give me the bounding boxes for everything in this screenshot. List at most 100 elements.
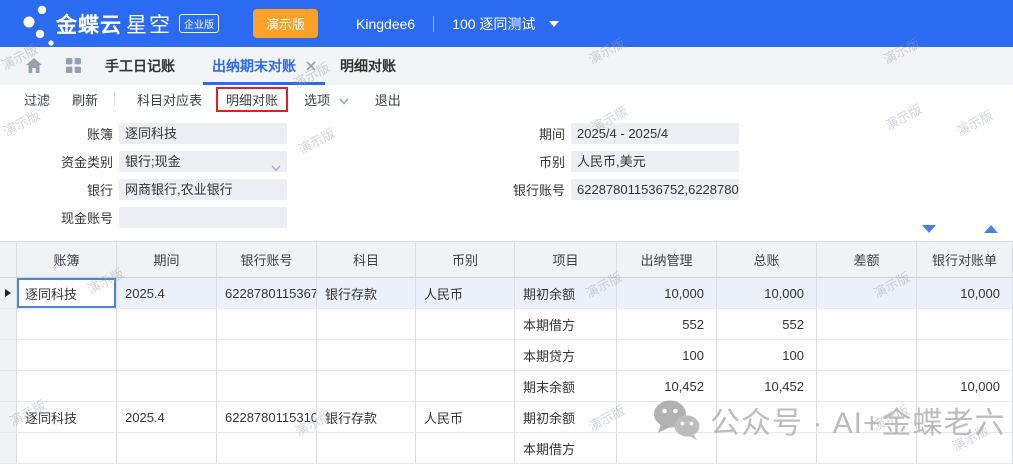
table-cell[interactable] bbox=[917, 402, 1013, 433]
table-cell[interactable] bbox=[317, 309, 416, 340]
table-cell[interactable] bbox=[317, 340, 416, 371]
table-cell[interactable]: 552 bbox=[617, 309, 717, 340]
column-header[interactable]: 币别 bbox=[416, 242, 515, 278]
table-cell[interactable] bbox=[917, 340, 1013, 371]
table-cell[interactable] bbox=[17, 433, 117, 464]
table-cell[interactable]: 本期借方 bbox=[515, 433, 617, 464]
table-cell[interactable] bbox=[817, 371, 917, 402]
table-cell[interactable] bbox=[217, 371, 317, 402]
username[interactable]: Kingdee6 bbox=[356, 16, 415, 32]
column-header[interactable]: 出纳管理 bbox=[617, 242, 717, 278]
table-cell[interactable] bbox=[817, 402, 917, 433]
column-header[interactable]: 期间 bbox=[117, 242, 217, 278]
row-indicator[interactable] bbox=[0, 278, 17, 309]
table-cell[interactable]: 人民币 bbox=[416, 402, 515, 433]
table-cell[interactable] bbox=[117, 371, 217, 402]
table-cell[interactable]: 银行存款 bbox=[317, 278, 416, 309]
table-cell[interactable]: 622878011536752 bbox=[217, 278, 317, 309]
row-indicator[interactable] bbox=[0, 309, 17, 340]
table-cell[interactable] bbox=[217, 340, 317, 371]
column-header[interactable]: 项目 bbox=[515, 242, 617, 278]
table-cell[interactable] bbox=[917, 309, 1013, 340]
refresh-button[interactable]: 刷新 bbox=[66, 87, 104, 112]
column-header[interactable]: 差额 bbox=[817, 242, 917, 278]
table-cell[interactable]: 期初余额 bbox=[515, 278, 617, 309]
apps-grid-icon[interactable] bbox=[66, 58, 81, 73]
fund-type-field[interactable]: 银行;现金 bbox=[119, 151, 287, 172]
book-field[interactable]: 逐同科技 bbox=[119, 123, 287, 144]
table-cell[interactable]: 100 bbox=[717, 340, 817, 371]
options-button[interactable]: 选项 bbox=[298, 87, 355, 112]
table-cell[interactable] bbox=[117, 433, 217, 464]
table-cell[interactable]: 10,452 bbox=[617, 371, 717, 402]
triangle-up-icon[interactable] bbox=[984, 225, 998, 233]
currency-field[interactable]: 人民币,美元 bbox=[571, 151, 739, 172]
tab-cashier-period-end-recon[interactable]: 出纳期末对账 bbox=[212, 47, 316, 85]
column-header[interactable]: 银行账号 bbox=[217, 242, 317, 278]
column-header[interactable]: 银行对账单 bbox=[917, 242, 1013, 278]
row-indicator[interactable] bbox=[0, 340, 17, 371]
organization-selector[interactable]: 100 逐同测试 bbox=[452, 14, 535, 34]
filter-button[interactable]: 过滤 bbox=[18, 87, 56, 112]
table-cell[interactable]: 10,000 bbox=[617, 278, 717, 309]
chevron-down-icon[interactable] bbox=[271, 157, 281, 172]
table-cell[interactable] bbox=[17, 371, 117, 402]
table-cell[interactable] bbox=[717, 433, 817, 464]
tab-detail-recon[interactable]: 明细对账 bbox=[340, 47, 396, 85]
table-cell[interactable] bbox=[817, 278, 917, 309]
table-cell[interactable] bbox=[817, 340, 917, 371]
table-cell[interactable]: 10,000 bbox=[917, 371, 1013, 402]
table-cell[interactable] bbox=[117, 309, 217, 340]
table-cell[interactable]: 10,000 bbox=[717, 278, 817, 309]
bank-account-field[interactable]: 622878011536752,62287801 bbox=[571, 179, 739, 200]
table-cell[interactable] bbox=[217, 309, 317, 340]
table-cell[interactable]: 逐同科技 bbox=[17, 402, 117, 433]
table-cell[interactable] bbox=[416, 340, 515, 371]
table-cell[interactable]: 期初余额 bbox=[515, 402, 617, 433]
table-cell[interactable]: 62287801153100 bbox=[217, 402, 317, 433]
column-header[interactable]: 科目 bbox=[317, 242, 416, 278]
row-indicator[interactable] bbox=[0, 433, 17, 464]
table-cell[interactable] bbox=[717, 402, 817, 433]
table-cell[interactable] bbox=[817, 433, 917, 464]
table-cell[interactable]: 2025.4 bbox=[117, 278, 217, 309]
table-cell[interactable]: 10,452 bbox=[717, 371, 817, 402]
home-icon[interactable] bbox=[26, 58, 42, 73]
table-cell[interactable] bbox=[416, 309, 515, 340]
cash-account-field[interactable] bbox=[119, 207, 287, 228]
table-cell[interactable]: 本期贷方 bbox=[515, 340, 617, 371]
triangle-down-icon[interactable] bbox=[922, 225, 936, 233]
period-field[interactable]: 2025/4 - 2025/4 bbox=[571, 123, 739, 144]
table-cell[interactable] bbox=[416, 433, 515, 464]
table-cell[interactable] bbox=[117, 340, 217, 371]
table-cell[interactable]: 期末余额 bbox=[515, 371, 617, 402]
table-cell[interactable] bbox=[917, 433, 1013, 464]
tab-manual-journal[interactable]: 手工日记账 bbox=[105, 47, 175, 85]
column-header[interactable]: 账簿 bbox=[17, 242, 117, 278]
table-cell[interactable]: 银行存款 bbox=[317, 402, 416, 433]
table-cell[interactable]: 本期借方 bbox=[515, 309, 617, 340]
table-cell[interactable] bbox=[17, 340, 117, 371]
column-header[interactable]: 总账 bbox=[717, 242, 817, 278]
table-cell[interactable]: 2025.4 bbox=[117, 402, 217, 433]
table-cell[interactable] bbox=[17, 309, 117, 340]
caret-down-icon[interactable] bbox=[549, 21, 559, 27]
detail-recon-button[interactable]: 明细对账 bbox=[220, 90, 284, 111]
table-cell[interactable]: 10,000 bbox=[917, 278, 1013, 309]
table-cell[interactable]: 人民币 bbox=[416, 278, 515, 309]
table-cell[interactable] bbox=[416, 371, 515, 402]
bank-field[interactable]: 网商银行,农业银行 bbox=[119, 179, 287, 200]
table-cell[interactable] bbox=[617, 433, 717, 464]
table-cell[interactable]: 100 bbox=[617, 340, 717, 371]
row-indicator[interactable] bbox=[0, 371, 17, 402]
account-mapping-button[interactable]: 科目对应表 bbox=[131, 87, 208, 112]
table-cell[interactable] bbox=[217, 433, 317, 464]
row-indicator[interactable] bbox=[0, 402, 17, 433]
table-cell[interactable]: 逐同科技 bbox=[17, 278, 117, 309]
table-cell[interactable] bbox=[317, 433, 416, 464]
table-cell[interactable] bbox=[617, 402, 717, 433]
exit-button[interactable]: 退出 bbox=[369, 87, 407, 112]
table-cell[interactable] bbox=[817, 309, 917, 340]
table-cell[interactable]: 552 bbox=[717, 309, 817, 340]
close-icon[interactable] bbox=[306, 61, 316, 71]
